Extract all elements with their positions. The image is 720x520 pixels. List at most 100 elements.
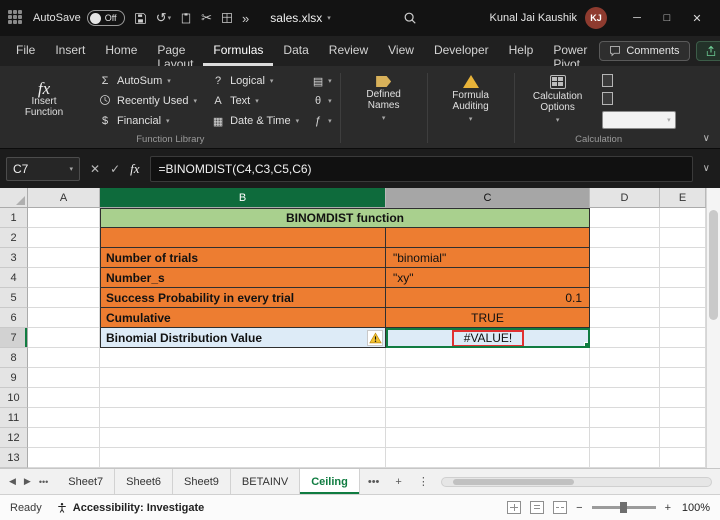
cell-a3[interactable] — [28, 248, 100, 268]
row-header-8[interactable]: 8 — [0, 348, 28, 368]
maximize-button[interactable]: □ — [652, 12, 682, 24]
cell-e2[interactable] — [660, 228, 706, 248]
cell-b6[interactable]: Cumulative — [100, 308, 386, 328]
cell-d3[interactable] — [590, 248, 660, 268]
tab-help[interactable]: Help — [499, 36, 544, 66]
cell-c3[interactable]: "binomial" — [386, 248, 590, 268]
lookup-reference-button[interactable]: ▤ ▾ — [306, 71, 337, 91]
column-header-a[interactable]: A — [28, 188, 100, 208]
math-trig-button[interactable]: θ ▾ — [306, 91, 337, 111]
horizontal-scrollbar[interactable] — [440, 476, 712, 487]
tab-developer[interactable]: Developer — [424, 36, 499, 66]
tab-power-pivot[interactable]: Power Pivot — [543, 36, 597, 71]
row-header-2[interactable]: 2 — [0, 228, 28, 248]
cell-e11[interactable] — [660, 408, 706, 428]
column-header-d[interactable]: D — [590, 188, 660, 208]
insert-function-button[interactable]: fx Insert Function — [4, 68, 84, 130]
formula-auditing-button[interactable]: Formula Auditing ▾ — [431, 68, 511, 130]
row-header-10[interactable]: 10 — [0, 388, 28, 408]
cell-b7[interactable]: Binomial Distribution Value — [100, 328, 386, 348]
row-header-13[interactable]: 13 — [0, 448, 28, 468]
row-header-7[interactable]: 7 — [0, 328, 28, 348]
calculation-options-button[interactable]: Calculation Options ▾ — [518, 68, 598, 130]
financial-button[interactable]: $ Financial ▾ — [91, 111, 204, 131]
cell-e4[interactable] — [660, 268, 706, 288]
next-sheet-button[interactable]: ▶ — [24, 476, 31, 487]
cell-e8[interactable] — [660, 348, 706, 368]
cell-e3[interactable] — [660, 248, 706, 268]
close-button[interactable]: ✕ — [682, 12, 712, 25]
tab-file[interactable]: File — [6, 36, 45, 66]
sheet-tab-ceiling[interactable]: Ceiling — [300, 469, 360, 494]
cell-e12[interactable] — [660, 428, 706, 448]
cell-e1[interactable] — [660, 208, 706, 228]
cell-a4[interactable] — [28, 268, 100, 288]
cell-a7[interactable] — [28, 328, 100, 348]
cell-a8[interactable] — [28, 348, 100, 368]
fill-handle[interactable] — [584, 342, 588, 346]
error-checking-button[interactable] — [367, 330, 383, 346]
row-header-11[interactable]: 11 — [0, 408, 28, 428]
vertical-scrollbar-thumb[interactable] — [709, 210, 718, 320]
sheet-options-kebab[interactable]: ⋮ — [410, 469, 437, 494]
vertical-scrollbar[interactable] — [706, 188, 720, 468]
zoom-slider[interactable] — [591, 502, 656, 513]
cell-b12[interactable] — [100, 428, 386, 448]
tab-view[interactable]: View — [378, 36, 424, 66]
name-box[interactable]: C7 ▾ — [6, 156, 80, 181]
cell-e10[interactable] — [660, 388, 706, 408]
cell-c8[interactable] — [386, 348, 590, 368]
zoom-level[interactable]: 100% — [680, 502, 710, 514]
row-header-4[interactable]: 4 — [0, 268, 28, 288]
date-time-button[interactable]: ▦ Date & Time ▾ — [204, 111, 306, 131]
cell-d8[interactable] — [590, 348, 660, 368]
page-break-view-button[interactable] — [553, 501, 568, 514]
cell-b2[interactable] — [100, 228, 386, 248]
normal-view-button[interactable] — [507, 501, 522, 514]
cell-a2[interactable] — [28, 228, 100, 248]
cell-d13[interactable] — [590, 448, 660, 468]
cell-d1[interactable] — [590, 208, 660, 228]
cell-a12[interactable] — [28, 428, 100, 448]
horizontal-scrollbar-thumb[interactable] — [452, 478, 574, 485]
avatar[interactable]: KJ — [585, 7, 607, 29]
cell-d10[interactable] — [590, 388, 660, 408]
sheet-overflow-left[interactable]: ••• — [39, 477, 48, 487]
cell-a13[interactable] — [28, 448, 100, 468]
ribbon-combobox[interactable]: ▾ — [601, 111, 676, 129]
column-header-c[interactable]: C — [386, 188, 590, 208]
cell-d4[interactable] — [590, 268, 660, 288]
tab-home[interactable]: Home — [95, 36, 147, 66]
zoom-slider-thumb[interactable] — [619, 502, 627, 513]
cell-e13[interactable] — [660, 448, 706, 468]
cell-c5[interactable]: 0.1 — [386, 288, 590, 308]
cell-a9[interactable] — [28, 368, 100, 388]
autosave-control[interactable]: AutoSave Off — [33, 10, 125, 26]
zoom-out-button[interactable]: − — [576, 502, 582, 514]
row-header-3[interactable]: 3 — [0, 248, 28, 268]
cell-a10[interactable] — [28, 388, 100, 408]
cell-b10[interactable] — [100, 388, 386, 408]
clipboard-icon[interactable] — [180, 12, 192, 25]
collapse-ribbon-icon[interactable]: ∨ — [703, 133, 710, 144]
column-header-b[interactable]: B — [100, 188, 386, 208]
cancel-entry-button[interactable]: ✕ — [90, 162, 100, 176]
defined-names-button[interactable]: Defined Names ▾ — [344, 68, 424, 130]
tab-page-layout[interactable]: Page Layout — [147, 36, 203, 71]
share-button[interactable] — [695, 41, 720, 61]
cell-c11[interactable] — [386, 408, 590, 428]
row-header-9[interactable]: 9 — [0, 368, 28, 388]
sheet-tab-betainv[interactable]: BETAINV — [231, 469, 301, 494]
cell-b13[interactable] — [100, 448, 386, 468]
cell-b9[interactable] — [100, 368, 386, 388]
column-header-e[interactable]: E — [660, 188, 706, 208]
cell-d5[interactable] — [590, 288, 660, 308]
expand-formula-bar-icon[interactable]: ∨ — [699, 163, 714, 174]
search-icon[interactable] — [403, 11, 417, 25]
cell-b11[interactable] — [100, 408, 386, 428]
calculate-now-button[interactable] — [601, 73, 626, 88]
row-header-6[interactable]: 6 — [0, 308, 28, 328]
tab-insert[interactable]: Insert — [45, 36, 95, 66]
zoom-in-button[interactable]: + — [665, 502, 671, 514]
calculate-sheet-button[interactable] — [601, 91, 626, 106]
